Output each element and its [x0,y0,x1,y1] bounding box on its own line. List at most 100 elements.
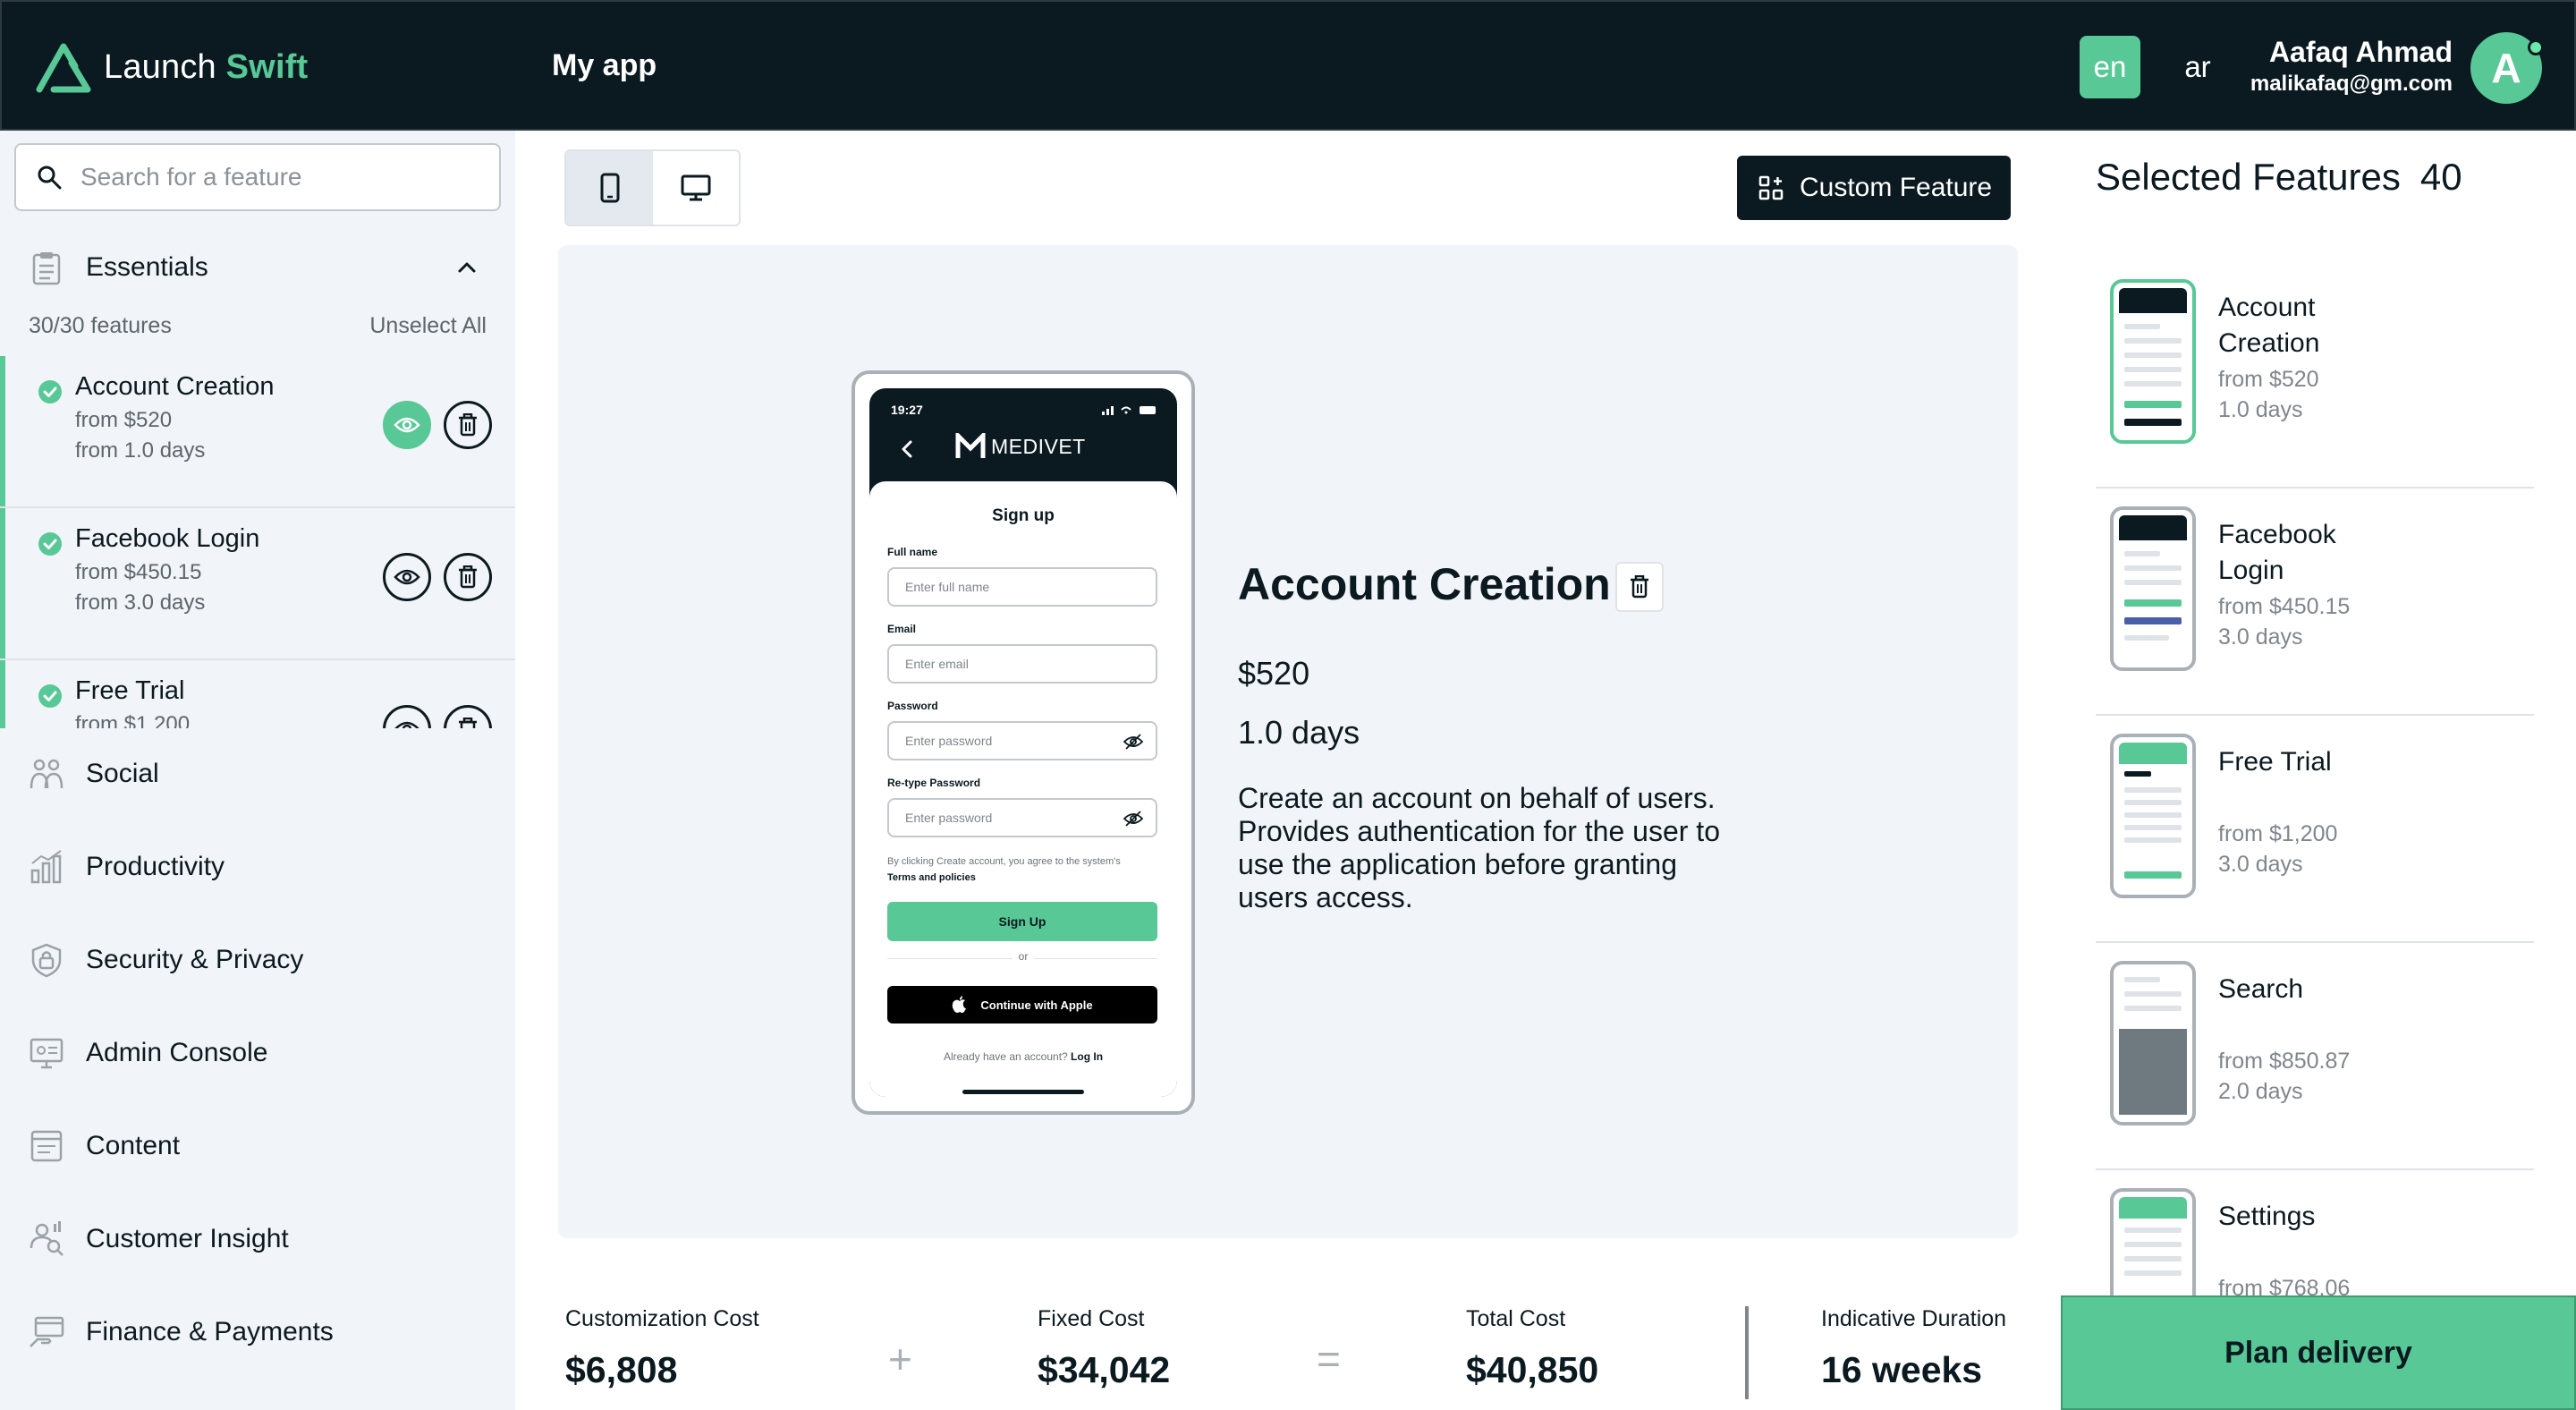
user-name: Aafaq Ahmad [2268,36,2453,68]
selected-feature-item[interactable]: Free Trial from $1,200 3.0 days [2096,716,2534,943]
category-finance-payments[interactable]: Finance & Payments [0,1301,515,1363]
feature-price: from $520 [75,408,173,432]
preview-button[interactable] [383,553,431,601]
terms-link[interactable]: Terms and policies [887,872,976,883]
category-essentials[interactable]: Essentials [0,238,515,297]
terms-text: By clicking Create account, you agree to… [887,854,1165,886]
category-content[interactable]: Content [0,1115,515,1177]
category-social[interactable]: Social [0,743,515,805]
selected-feature-name: Free Trial [2218,747,2332,777]
feature-detail-days: 1.0 days [1238,714,1360,751]
login-prompt-text: Already have an account? [943,1050,1068,1063]
remove-button[interactable] [444,401,492,449]
mobile-view-button[interactable] [566,151,653,225]
cost-separator [1745,1306,1749,1399]
phone-signup-button[interactable]: Sign Up [887,902,1157,941]
eye-icon [394,721,419,728]
total-cost-label: Total Cost [1466,1306,1566,1331]
total-cost-value: $40,850 [1466,1349,1599,1390]
selected-feature-item[interactable]: Settings from $768.06 [2096,1170,2534,1295]
apple-signin-button[interactable]: Continue with Apple [887,986,1157,1024]
fixed-cost-value: $34,042 [1038,1349,1171,1390]
search-box[interactable] [14,143,501,211]
home-indicator [962,1090,1084,1094]
selected-feature-days: 2.0 days [2218,1079,2303,1104]
feature-thumbnail [2110,961,2196,1125]
logo-text: Launch Swift [104,48,308,87]
mobile-icon [600,173,619,203]
password-field[interactable]: Enter password [887,721,1157,760]
medivet-logo-icon [955,433,986,458]
unselect-all-link[interactable]: Unselect All [369,313,487,339]
selected-feature-name: Facebook Login [2218,520,2336,585]
lang-ar-button[interactable]: ar [2171,36,2224,98]
email-field[interactable]: Enter email [887,644,1157,684]
category-security-privacy[interactable]: Security & Privacy [0,929,515,991]
password-label: Password [887,700,938,712]
custom-feature-button[interactable]: Custom Feature [1737,156,2011,220]
apple-signin-label: Continue with Apple [980,998,1093,1012]
feature-list-clip: Free Trial from $1,200 [0,660,515,728]
trash-icon [1631,575,1648,599]
check-circle-icon [38,684,62,708]
chart-icon [30,850,62,884]
search-icon [38,166,62,190]
category-customer-insight[interactable]: Customer Insight [0,1208,515,1270]
feature-detail-title: Account Creation [1238,559,1611,609]
full-name-field[interactable]: Enter full name [887,567,1157,607]
back-arrow-icon [902,440,912,458]
feature-detail-description: Create an account on behalf of users. Pr… [1238,782,1720,913]
category-productivity[interactable]: Productivity [0,836,515,898]
eye-off-icon[interactable] [1123,810,1143,828]
top-header: Launch Swift My app en ar Aafaq Ahmad ma… [0,0,2576,131]
feature-name: Free Trial [75,676,185,705]
feature-thumbnail [2110,734,2196,898]
logo-suffix: Swift [225,47,309,86]
retype-password-placeholder: Enter password [905,811,993,825]
remove-button[interactable] [444,553,492,601]
user-email: malikafaq@gm.com [2250,72,2453,96]
phone-brand-text: MEDIVET [991,434,1086,458]
feature-days: from 3.0 days [75,590,206,615]
fixed-cost-label: Fixed Cost [1038,1306,1145,1331]
login-link[interactable]: Log In [1071,1050,1103,1063]
phone-sheet: Sign up Full name Enter full name Email … [869,481,1177,1097]
check-circle-icon [38,532,62,556]
desktop-view-button[interactable] [653,151,739,225]
insight-icon [30,1221,64,1256]
preview-button[interactable] [383,705,431,728]
chevron-up-icon[interactable] [453,253,481,282]
phone-brand: MEDIVET [955,433,1086,460]
trash-icon [459,413,477,437]
detail-remove-button[interactable] [1615,562,1664,612]
category-admin-console[interactable]: Admin Console [0,1022,515,1084]
remove-button[interactable] [444,705,492,728]
feature-name: Account Creation [75,372,275,401]
retype-password-label: Re-type Password [887,777,981,789]
trash-icon [459,565,477,589]
essentials-count: 30/30 features [29,313,172,338]
preview-button[interactable] [383,401,431,449]
feature-item-facebook-login[interactable]: Facebook Login from $450.15 from 3.0 day… [0,508,515,658]
category-label: Admin Console [86,1038,268,1067]
checklist-icon [32,252,61,285]
feature-thumbnail [2110,1188,2196,1295]
lang-en-button[interactable]: en [2080,36,2140,98]
eye-off-icon[interactable] [1123,733,1143,751]
selected-feature-item[interactable]: Account Creation from $520 1.0 days [2096,261,2534,488]
trash-icon [459,718,477,728]
selected-feature-price: from $850.87 [2218,1049,2351,1074]
plan-delivery-button[interactable]: Plan delivery [2061,1295,2576,1410]
retype-password-field[interactable]: Enter password [887,798,1157,837]
search-input[interactable] [80,163,474,191]
duration-value: 16 weeks [1821,1349,1983,1390]
app-logo[interactable]: Launch Swift [36,41,308,93]
feature-item-account-creation[interactable]: Account Creation from $520 from 1.0 days [0,356,515,506]
selected-feature-item[interactable]: Search from $850.87 2.0 days [2096,943,2534,1170]
selected-feature-price: from $520 [2218,367,2319,392]
email-label: Email [887,623,917,635]
desktop-icon [681,174,711,201]
feature-item-free-trial[interactable]: Free Trial from $1,200 [0,660,515,728]
selected-feature-item[interactable]: Facebook Login from $450.15 3.0 days [2096,488,2534,716]
status-bar-icon [1102,406,1156,415]
